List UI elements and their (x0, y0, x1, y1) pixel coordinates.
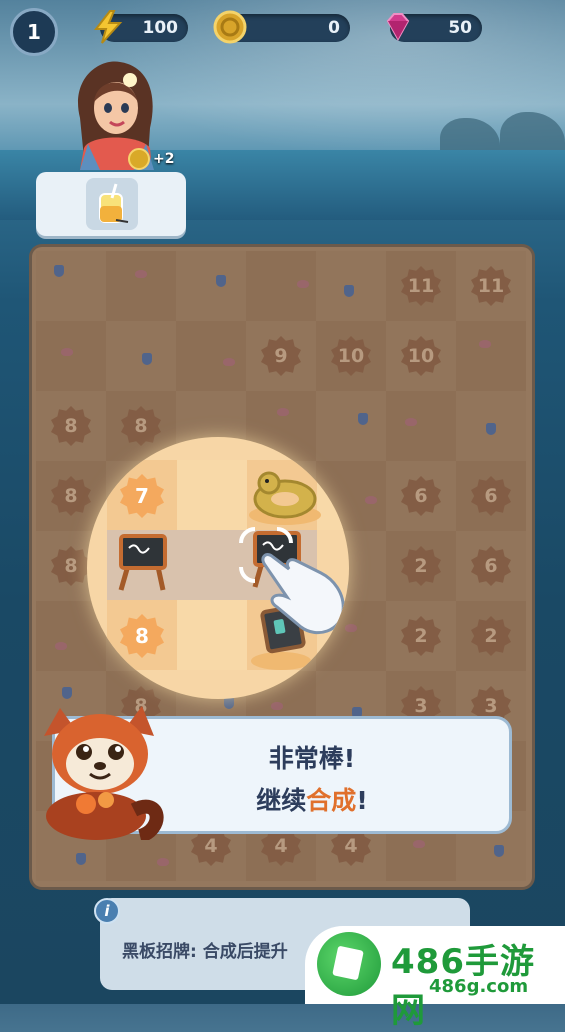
info-icon[interactable]: i (94, 898, 120, 924)
coin-value: 0 (328, 18, 340, 38)
coin-icon (128, 148, 150, 170)
gem-icon (386, 13, 410, 42)
level-number: 1 (27, 20, 41, 44)
order-card[interactable] (36, 172, 186, 236)
tap-hand-pointer (239, 527, 345, 635)
level-badge[interactable]: 1 (10, 8, 58, 56)
order-reward: +2 (128, 148, 174, 170)
lightning-icon (93, 10, 123, 44)
red-panda-mascot (44, 706, 164, 840)
order-item-juice[interactable] (86, 178, 138, 230)
board-cell[interactable] (177, 460, 247, 530)
watermark: 486手游网 486g.com (305, 926, 565, 1031)
lock-level: 7 (135, 484, 149, 508)
watermark-logo-icon (317, 932, 381, 996)
item-info-text: 黑板招牌: 合成后提升 (122, 942, 288, 962)
tutorial-spotlight: 7 8 (87, 437, 349, 699)
reward-amount: +2 (153, 151, 175, 167)
coin-icon (213, 10, 247, 44)
watermark-url: 486g.com (429, 976, 529, 997)
chalkboard-sign-icon[interactable] (115, 532, 171, 592)
gem-value: 50 (448, 18, 472, 38)
coin-counter[interactable]: 0 (213, 10, 350, 44)
gem-counter[interactable]: 50 (386, 13, 482, 42)
dialog-text: 继续 (256, 786, 307, 815)
float-ring-icon[interactable] (245, 467, 323, 527)
dialog-text: ! (356, 786, 368, 815)
juice-icon (99, 183, 129, 223)
lock-level: 8 (135, 624, 149, 648)
energy-value: 100 (142, 18, 179, 38)
dialog-highlight: 合成 (306, 786, 357, 815)
energy-counter[interactable]: 100 (93, 10, 188, 44)
